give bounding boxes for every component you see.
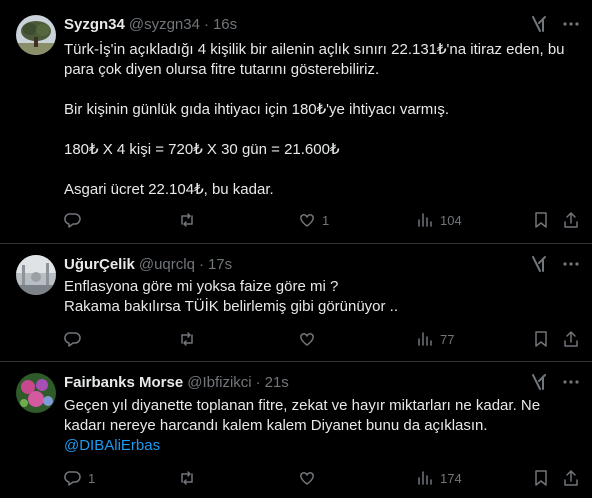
- author-name[interactable]: Syzgn34: [64, 16, 125, 33]
- author-handle[interactable]: @uqrclq: [139, 256, 195, 273]
- avatar[interactable]: [16, 255, 56, 295]
- tweet-line: Enflasyona göre mi yoksa faize göre mi ?: [64, 278, 339, 295]
- views-button[interactable]: 77: [416, 329, 454, 349]
- author-handle[interactable]: @Ibfizikci: [187, 374, 251, 391]
- mention-link[interactable]: @DIBAliErbas: [64, 437, 160, 454]
- retweet-icon: [178, 469, 196, 487]
- bookmark-button[interactable]: [532, 210, 550, 230]
- more-icon[interactable]: [562, 15, 580, 33]
- bookmark-icon: [532, 211, 550, 229]
- retweet-icon: [178, 211, 196, 229]
- like-button[interactable]: [298, 468, 322, 488]
- bookmark-icon: [532, 469, 550, 487]
- retweet-button[interactable]: [178, 329, 202, 349]
- view-count: 77: [440, 331, 455, 347]
- bookmark-button[interactable]: [532, 329, 550, 349]
- reply-button[interactable]: 1: [64, 468, 95, 488]
- avatar[interactable]: [16, 373, 56, 413]
- avatar-flower-image: [16, 373, 56, 413]
- tweet-actions: 1 104: [64, 210, 580, 230]
- reply-button[interactable]: [64, 210, 88, 230]
- tweet-1[interactable]: Syzgn34 @syzgn34 · 16s Türk-İş'in açıkla…: [0, 0, 592, 244]
- tweet-text: Türk-İş'in açıkladığı 4 kişilik bir aile…: [64, 40, 578, 200]
- like-button[interactable]: [298, 329, 322, 349]
- share-button[interactable]: [562, 210, 580, 230]
- tweet-header: UğurÇelik @uqrclq · 17s: [64, 254, 580, 274]
- separator-dot: ·: [198, 255, 204, 273]
- share-button[interactable]: [562, 329, 580, 349]
- tweet-actions: 1 174: [64, 468, 580, 488]
- timestamp[interactable]: 21s: [265, 374, 289, 391]
- author-name[interactable]: Fairbanks Morse: [64, 374, 183, 391]
- reply-icon: [64, 469, 82, 487]
- tweet-line: 180₺ X 4 kişi = 720₺ X 30 gün = 21.600₺: [64, 141, 340, 158]
- views-icon: [416, 330, 434, 348]
- retweet-button[interactable]: [178, 210, 202, 230]
- tweet-line: Geçen yıl diyanette toplanan fitre, zeka…: [64, 397, 545, 434]
- bookmark-icon: [532, 330, 550, 348]
- tweet-line: Asgari ücret 22.104₺, bu kadar.: [64, 181, 274, 198]
- views-button[interactable]: 174: [416, 468, 462, 488]
- view-count: 174: [440, 470, 462, 486]
- author-handle[interactable]: @syzgn34: [129, 16, 200, 33]
- like-count: 1: [322, 212, 330, 228]
- tweet-3[interactable]: Fairbanks Morse @Ibfizikci · 21s Geçen y…: [0, 361, 592, 498]
- tweet-actions: 77: [64, 329, 580, 349]
- share-button[interactable]: [562, 468, 580, 488]
- reply-icon: [64, 330, 82, 348]
- grok-icon[interactable]: [530, 373, 548, 391]
- views-button[interactable]: 104: [416, 210, 462, 230]
- more-icon[interactable]: [562, 255, 580, 273]
- author-name[interactable]: UğurÇelik: [64, 256, 135, 273]
- tweet-line: Rakama bakılırsa TÜİK belirlemiş gibi gö…: [64, 298, 399, 315]
- reply-icon: [64, 211, 82, 229]
- like-button[interactable]: 1: [298, 210, 329, 230]
- more-icon[interactable]: [562, 373, 580, 391]
- views-icon: [416, 469, 434, 487]
- tweet-text: Enflasyona göre mi yoksa faize göre mi ?…: [64, 277, 578, 317]
- separator-dot: ·: [255, 373, 261, 391]
- avatar-image: [16, 255, 56, 295]
- timestamp[interactable]: 17s: [208, 256, 232, 273]
- avatar-tree-image: [16, 15, 56, 55]
- tweet-header: Syzgn34 @syzgn34 · 16s: [64, 14, 580, 34]
- reply-button[interactable]: [64, 329, 88, 349]
- tweet-text: Geçen yıl diyanette toplanan fitre, zeka…: [64, 396, 578, 456]
- share-icon: [562, 211, 580, 229]
- views-icon: [416, 211, 434, 229]
- reply-count: 1: [88, 470, 96, 486]
- like-icon: [298, 469, 316, 487]
- tweet-line: Bir kişinin günlük gıda ihtiyacı için 18…: [64, 101, 450, 118]
- separator-dot: ·: [203, 15, 209, 33]
- view-count: 104: [440, 212, 462, 228]
- share-icon: [562, 469, 580, 487]
- grok-icon[interactable]: [530, 15, 548, 33]
- retweet-button[interactable]: [178, 468, 202, 488]
- bookmark-button[interactable]: [532, 468, 550, 488]
- like-icon: [298, 211, 316, 229]
- retweet-icon: [178, 330, 196, 348]
- tweet-2[interactable]: UğurÇelik @uqrclq · 17s Enflasyona göre …: [0, 243, 592, 362]
- avatar[interactable]: [16, 15, 56, 55]
- share-icon: [562, 330, 580, 348]
- timestamp[interactable]: 16s: [213, 16, 237, 33]
- grok-icon[interactable]: [530, 255, 548, 273]
- like-icon: [298, 330, 316, 348]
- tweet-line: Türk-İş'in açıkladığı 4 kişilik bir aile…: [64, 41, 569, 78]
- tweet-header: Fairbanks Morse @Ibfizikci · 21s: [64, 372, 580, 392]
